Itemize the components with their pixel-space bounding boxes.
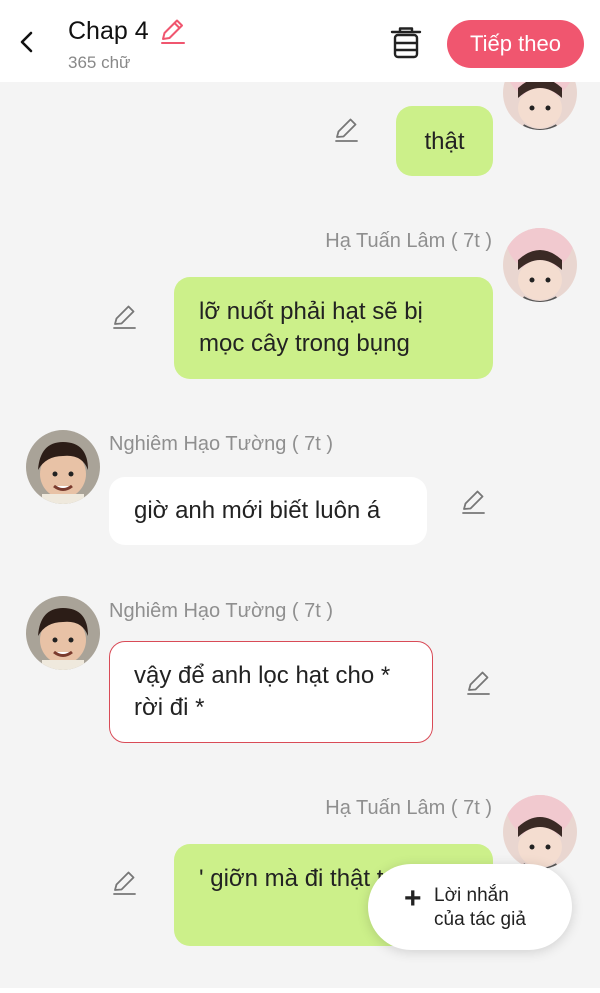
message-bubble[interactable]: thật: [396, 106, 493, 176]
avatar-nghiem-hao-tuong[interactable]: [26, 430, 100, 504]
edit-message-icon[interactable]: [332, 116, 360, 144]
bottom-edge: [0, 988, 600, 993]
word-count: 365 chữ: [68, 53, 131, 72]
chat-area[interactable]: thật Hạ Tuấn Lâm ( 7t ) lỡ nuốt phải hạt…: [0, 82, 600, 993]
sender-name: Nghiêm Hạo Tường ( 7t ): [109, 600, 333, 622]
edit-message-icon[interactable]: [464, 669, 492, 697]
avatar-ha-tuan-lam[interactable]: [503, 82, 577, 130]
sender-name: Hạ Tuấn Lâm ( 7t ): [325, 797, 492, 819]
message-text: thật: [424, 128, 465, 155]
sender-name: Hạ Tuấn Lâm ( 7t ): [325, 230, 492, 252]
message-text: vậy để anh lọc hạt cho * rời đi *: [134, 662, 391, 721]
avatar-ha-tuan-lam[interactable]: [503, 795, 577, 869]
author-note-label-line1: Lời nhắn: [434, 885, 509, 906]
avatar-nghiem-hao-tuong[interactable]: [26, 596, 100, 670]
back-arrow-icon[interactable]: [14, 28, 40, 56]
edit-message-icon[interactable]: [459, 488, 487, 516]
message-bubble[interactable]: lỡ nuốt phải hạt sẽ bị mọc cây trong bụn…: [174, 277, 493, 379]
top-bar: Chap 4 365 chữ Tiếp theo: [0, 0, 600, 82]
message-bubble[interactable]: giờ anh mới biết luôn á: [109, 477, 427, 545]
edit-message-icon[interactable]: [110, 869, 138, 897]
author-note-button[interactable]: + Lời nhắn của tác giả: [368, 864, 572, 950]
chapter-title: Chap 4: [68, 17, 149, 45]
next-chapter-button[interactable]: Tiếp theo: [447, 20, 584, 68]
trash-icon[interactable]: [388, 25, 424, 61]
avatar-ha-tuan-lam[interactable]: [503, 228, 577, 302]
message-bubble-selected[interactable]: vậy để anh lọc hạt cho * rời đi *: [109, 641, 433, 743]
edit-title-icon[interactable]: [158, 17, 186, 45]
sender-name: Nghiêm Hạo Tường ( 7t ): [109, 433, 333, 455]
message-text: giờ anh mới biết luôn á: [134, 497, 381, 524]
plus-icon: +: [404, 882, 422, 915]
edit-message-icon[interactable]: [110, 303, 138, 331]
message-text: lỡ nuốt phải hạt sẽ bị mọc cây trong bụn…: [199, 298, 423, 357]
author-note-label-line2: của tác giả: [434, 909, 526, 930]
